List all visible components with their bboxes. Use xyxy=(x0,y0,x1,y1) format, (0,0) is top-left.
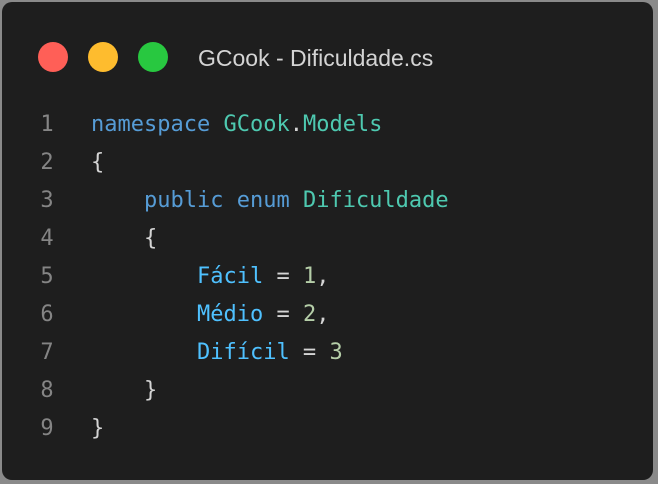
code-token: . xyxy=(289,112,303,137)
code-token: public xyxy=(143,188,224,213)
code-token: 3 xyxy=(329,340,343,365)
code-text: Médio = 2, xyxy=(91,296,329,334)
code-line: 4 { xyxy=(2,220,653,258)
code-token: Dificuldade xyxy=(302,188,449,213)
zoom-button[interactable] xyxy=(138,42,168,72)
line-number: 2 xyxy=(40,150,54,175)
code-line: 1 namespace GCook.Models xyxy=(2,106,653,144)
code-line: 2{ xyxy=(2,144,653,182)
code-window: GCook - Dificuldade.cs 1 namespace GCook.… xyxy=(2,2,653,480)
code-token: , xyxy=(316,302,330,327)
code-line: 5 Fácil = 1, xyxy=(2,258,653,296)
code-text: namespace GCook.Models xyxy=(91,106,382,144)
code-token: { xyxy=(143,226,158,251)
code-line: 9} xyxy=(2,410,653,448)
line-number: 9 xyxy=(40,416,54,441)
code-line: 8 } xyxy=(2,372,653,410)
line-number: 3 xyxy=(40,188,54,213)
code-token: = xyxy=(263,264,303,289)
code-line: 7 Difícil = 3 xyxy=(2,334,653,372)
line-number: 4 xyxy=(40,226,54,251)
code-token: Models xyxy=(302,112,383,137)
line-number: 7 xyxy=(40,340,54,365)
code-token: = xyxy=(263,302,303,327)
code-text: public enum Dificuldade xyxy=(91,182,449,220)
code-token: } xyxy=(143,378,158,403)
code-token: Difícil xyxy=(196,340,290,365)
code-token: 1 xyxy=(302,264,317,289)
window-title: GCook - Dificuldade.cs xyxy=(198,45,434,71)
code-text: Difícil = 3 xyxy=(91,334,343,372)
code-token: Fácil xyxy=(196,264,264,289)
code-line: 3 public enum Dificuldade xyxy=(2,182,653,220)
close-button[interactable] xyxy=(38,42,68,72)
line-number: 8 xyxy=(40,378,54,403)
code-text: } xyxy=(91,372,157,410)
line-number: 1 xyxy=(40,112,54,137)
code-token: } xyxy=(91,416,105,441)
code-line: 6 Médio = 2, xyxy=(2,296,653,334)
code-token: 2 xyxy=(302,302,317,327)
code-text: Fácil = 1, xyxy=(91,258,329,296)
code-text: } xyxy=(91,410,104,448)
code-token: = xyxy=(289,340,330,365)
line-number: 6 xyxy=(40,302,54,327)
code-token: , xyxy=(316,264,330,289)
code-token: namespace xyxy=(91,112,211,137)
code-editor: 1 namespace GCook.Models 2{3 public enum D… xyxy=(2,106,653,448)
code-text: { xyxy=(91,220,157,258)
code-token: enum xyxy=(236,188,290,213)
minimize-button[interactable] xyxy=(88,42,118,72)
code-token: Médio xyxy=(196,302,264,327)
code-token: { xyxy=(91,150,105,175)
code-text: { xyxy=(91,144,104,182)
title-bar: GCook - Dificuldade.cs xyxy=(2,2,653,112)
line-number: 5 xyxy=(40,264,54,289)
code-token: GCook xyxy=(223,112,290,137)
